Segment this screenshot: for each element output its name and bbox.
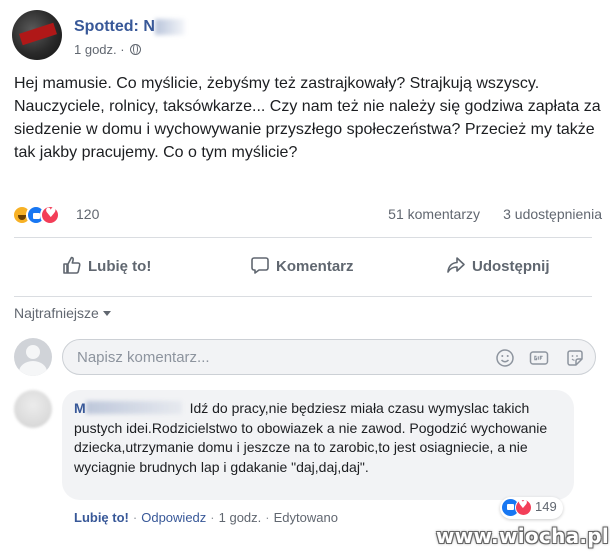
comment-bubble-icon	[251, 257, 269, 274]
page-name-link[interactable]: Spotted: N	[74, 18, 185, 36]
separator-dot: ·	[210, 510, 215, 525]
divider	[14, 237, 592, 238]
comment-content: M Idź do pracy,nie będziesz miała czasu …	[74, 399, 566, 477]
page-avatar[interactable]	[12, 10, 62, 60]
comment-reaction-count: 149	[535, 499, 557, 514]
globe-icon	[130, 44, 142, 55]
redacted-author-blur	[85, 401, 182, 414]
love-icon	[515, 498, 532, 516]
share-button[interactable]: Udostępnij	[446, 247, 550, 287]
reaction-icons[interactable]	[12, 205, 74, 225]
avatar-logo-badge	[19, 22, 57, 46]
gif-icon[interactable]	[529, 348, 549, 368]
comment-reply-link[interactable]: Odpowiedz	[141, 510, 206, 525]
sticker-icon[interactable]	[565, 348, 585, 368]
share-arrow-icon	[447, 257, 465, 273]
comment-button[interactable]: Komentarz	[250, 247, 354, 287]
like-button-label: Lubię to!	[88, 258, 152, 275]
separator-dot: ·	[132, 510, 138, 525]
comment-like-link[interactable]: Lubię to!	[74, 510, 129, 525]
separator-dot: ·	[265, 510, 270, 525]
divider	[14, 296, 592, 297]
like-button[interactable]: Lubię to!	[62, 247, 151, 287]
comment-sort-dropdown[interactable]: Najtrafniejsze	[14, 305, 111, 321]
comment-edited-label[interactable]: Edytowano	[274, 510, 338, 525]
emoji-icon[interactable]	[495, 348, 515, 368]
page-name-text: Spotted: N	[74, 18, 155, 35]
comment-time[interactable]: 1 godz.	[219, 510, 262, 525]
comment-author[interactable]: M	[74, 400, 186, 416]
sort-label: Najtrafniejsze	[14, 305, 99, 321]
redacted-name-blur	[154, 18, 185, 35]
post-text: Hej mamusie. Co myślicie, żebyśmy też za…	[14, 75, 601, 161]
reactions-bar: 120 51 komentarzy 3 udostępnienia	[12, 203, 604, 227]
site-watermark: www.wiocha.pl	[436, 524, 610, 548]
comments-count[interactable]: 51 komentarzy	[388, 206, 480, 222]
comment-bubble: M Idź do pracy,nie będziesz miała czasu …	[62, 390, 574, 500]
reaction-count[interactable]: 120	[76, 206, 99, 222]
post-header: Spotted: N 1 godz. ·	[12, 10, 432, 64]
comment-reactions[interactable]: 149	[500, 497, 563, 519]
comment-actions: Lubię to! · Odpowiedz · 1 godz. · Edytowano	[74, 510, 338, 525]
current-user-avatar	[14, 338, 52, 376]
chevron-down-icon	[102, 311, 111, 316]
post-time[interactable]: 1 godz. ·	[74, 42, 125, 57]
love-icon	[40, 205, 60, 225]
thumbs-up-icon	[63, 256, 81, 274]
commenter-avatar[interactable]	[14, 390, 52, 428]
post-meta: 1 godz. ·	[74, 42, 142, 57]
share-button-label: Udostępnij	[472, 258, 550, 275]
comment-input[interactable]	[77, 340, 477, 374]
post-actions-bar: Lubię to! Komentarz Udostępnij	[14, 247, 592, 287]
comment-author-initial: M	[74, 400, 86, 416]
comment-input-box[interactable]	[62, 339, 596, 375]
shares-count[interactable]: 3 udostępnienia	[503, 206, 602, 222]
comment-button-label: Komentarz	[276, 258, 354, 275]
